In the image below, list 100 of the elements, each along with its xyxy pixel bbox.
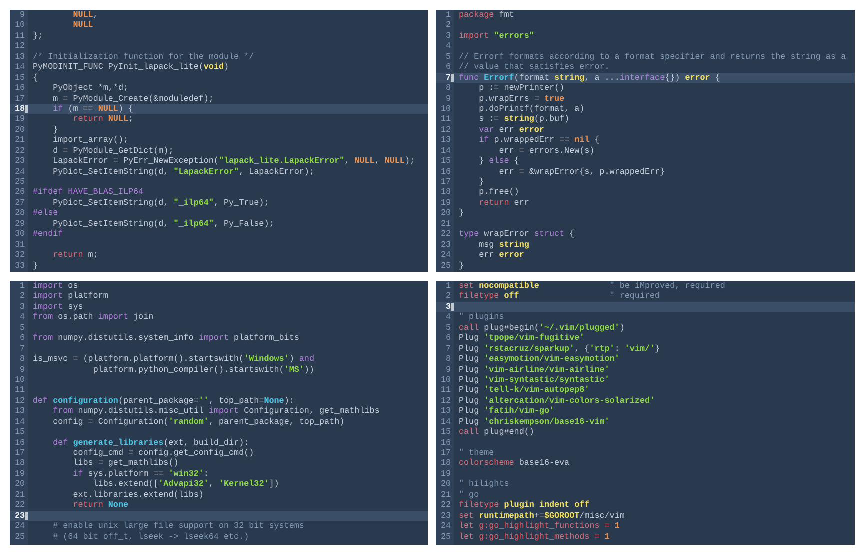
line-number: 22: [14, 146, 26, 156]
code-line: return m;: [52, 250, 98, 260]
code-line: def generate_libraries(ext, build_dir):: [52, 438, 250, 448]
line-number: 18: [440, 458, 452, 469]
code-line: platform.python_compiler().startswith('MS')): [92, 364, 314, 375]
code-line: is_msvc = (platform.platform().startswith('Windows') and: [32, 354, 314, 364]
code-line: let g:go_highlight_functions = 1: [458, 521, 620, 532]
line-number: 18: [14, 458, 26, 469]
code-line: libs = get_mathlibs(): [72, 458, 179, 469]
code-line: from numpy.distutils.system_info import platform_bits: [32, 333, 300, 344]
line-number: 7: [18, 344, 26, 354]
line-number: 23: [440, 240, 452, 250]
line-number: 19: [14, 468, 26, 480]
line-number: 30: [14, 229, 26, 240]
text-cursor: [25, 104, 28, 114]
code-line: filetype plugin indent off: [458, 500, 590, 511]
line-number: 24: [440, 521, 452, 532]
code-line: Plug 'fatih/vim-go': [458, 406, 555, 417]
line-number: 11: [440, 385, 452, 396]
code-line: return None: [72, 500, 129, 511]
line-number: 20: [14, 479, 26, 490]
line-number: 3: [444, 30, 452, 42]
code-line: set runtimepath+=$GOROOT/misc/vim: [458, 510, 625, 522]
code-line: PyDict_SetItemString(d, "_ilp64", Py_True);: [52, 198, 270, 208]
code-line: filetype off " required: [458, 291, 660, 302]
code-line: let g:go_highlight_methods = 1: [458, 532, 610, 542]
line-number: 24: [14, 166, 26, 177]
code-line: package fmt: [458, 10, 514, 20]
code-line: } else {: [478, 156, 520, 167]
line-number: 2: [444, 291, 452, 302]
line-number: 11: [14, 385, 26, 396]
code-line: # (64 bit off_t, lseek -> lseek64 etc.): [52, 532, 250, 542]
line-number: 5: [444, 322, 452, 334]
code-line: " go: [458, 490, 480, 500]
line-number: 4: [18, 312, 26, 323]
line-number: 12: [440, 124, 452, 136]
line-number: 20: [440, 479, 452, 490]
line-number: 2: [18, 291, 26, 302]
line-number: 26: [14, 187, 26, 198]
code-line: call plug#begin('~/.vim/plugged'): [458, 322, 625, 334]
line-number: 1: [18, 281, 26, 292]
code-line: err = errors.New(s): [498, 146, 595, 156]
code-line: // value that satisfies error.: [458, 62, 610, 73]
code-line: p.free(): [478, 187, 520, 198]
line-number: 13: [440, 406, 452, 417]
code-line: p.doPrintf(format, a): [478, 104, 585, 114]
code-line: {: [32, 72, 38, 84]
line-number: 9: [18, 10, 26, 20]
line-number: 33: [14, 260, 26, 271]
code-line: PyMODINIT_FUNC PyInit_lapack_lite(void): [32, 62, 230, 73]
line-number: 11: [440, 114, 452, 125]
code-line: Plug 'easymotion/vim-easymotion': [458, 354, 620, 364]
line-number: 25: [440, 532, 452, 542]
code-line: import os: [32, 281, 78, 292]
code-line: }: [52, 124, 58, 136]
code-line: import platform: [32, 291, 108, 302]
code-line: Plug 'vim-syntastic/syntastic': [458, 374, 610, 386]
line-number: 5: [18, 322, 26, 334]
code-line: }: [32, 260, 38, 271]
code-line: NULL: [72, 20, 94, 31]
line-number: 10: [14, 374, 26, 386]
line-number: 12: [440, 396, 452, 406]
line-number: 21: [440, 490, 452, 500]
text-cursor: [25, 512, 28, 520]
line-number: 22: [440, 229, 452, 240]
code-line: #else: [32, 208, 58, 219]
line-number: 11: [14, 30, 26, 42]
line-number: 15: [440, 156, 452, 167]
line-number: 15: [14, 72, 26, 84]
code-line: p := newPrinter(): [478, 83, 565, 94]
line-number: 14: [440, 146, 452, 156]
code-line: colorscheme base16-eva: [458, 458, 570, 469]
line-number: 1: [444, 10, 452, 20]
line-number: 17: [14, 448, 26, 458]
line-number: 14: [14, 416, 26, 428]
code-line: Plug 'vim-airline/vim-airline': [458, 364, 610, 375]
line-number: 17: [440, 177, 452, 188]
line-number: 19: [440, 468, 452, 480]
code-line: };: [32, 30, 44, 42]
line-number: 8: [444, 83, 452, 94]
code-line: config_cmd = config.get_config_cmd(): [72, 448, 254, 458]
line-number: 17: [440, 448, 452, 458]
line-number: 6: [18, 333, 26, 344]
line-number: 19: [14, 114, 26, 125]
line-number: 14: [440, 416, 452, 428]
line-number: 13: [14, 52, 26, 62]
line-number: 9: [444, 364, 452, 375]
line-number: 13: [14, 406, 26, 417]
line-number: 13: [440, 135, 452, 146]
line-number: 7: [444, 344, 452, 354]
text-cursor: [451, 74, 454, 82]
line-number: 20: [14, 124, 26, 136]
code-line: var err error: [478, 124, 544, 136]
code-line: p.wrapErrs = true: [478, 94, 565, 104]
line-number: 8: [18, 354, 26, 364]
code-line: }: [458, 208, 464, 219]
code-line: m = PyModule_Create(&moduledef);: [52, 94, 214, 104]
code-line: }: [478, 177, 484, 188]
code-line: set nocompatible " be iMproved, required: [458, 281, 726, 292]
line-number: 22: [14, 500, 26, 511]
